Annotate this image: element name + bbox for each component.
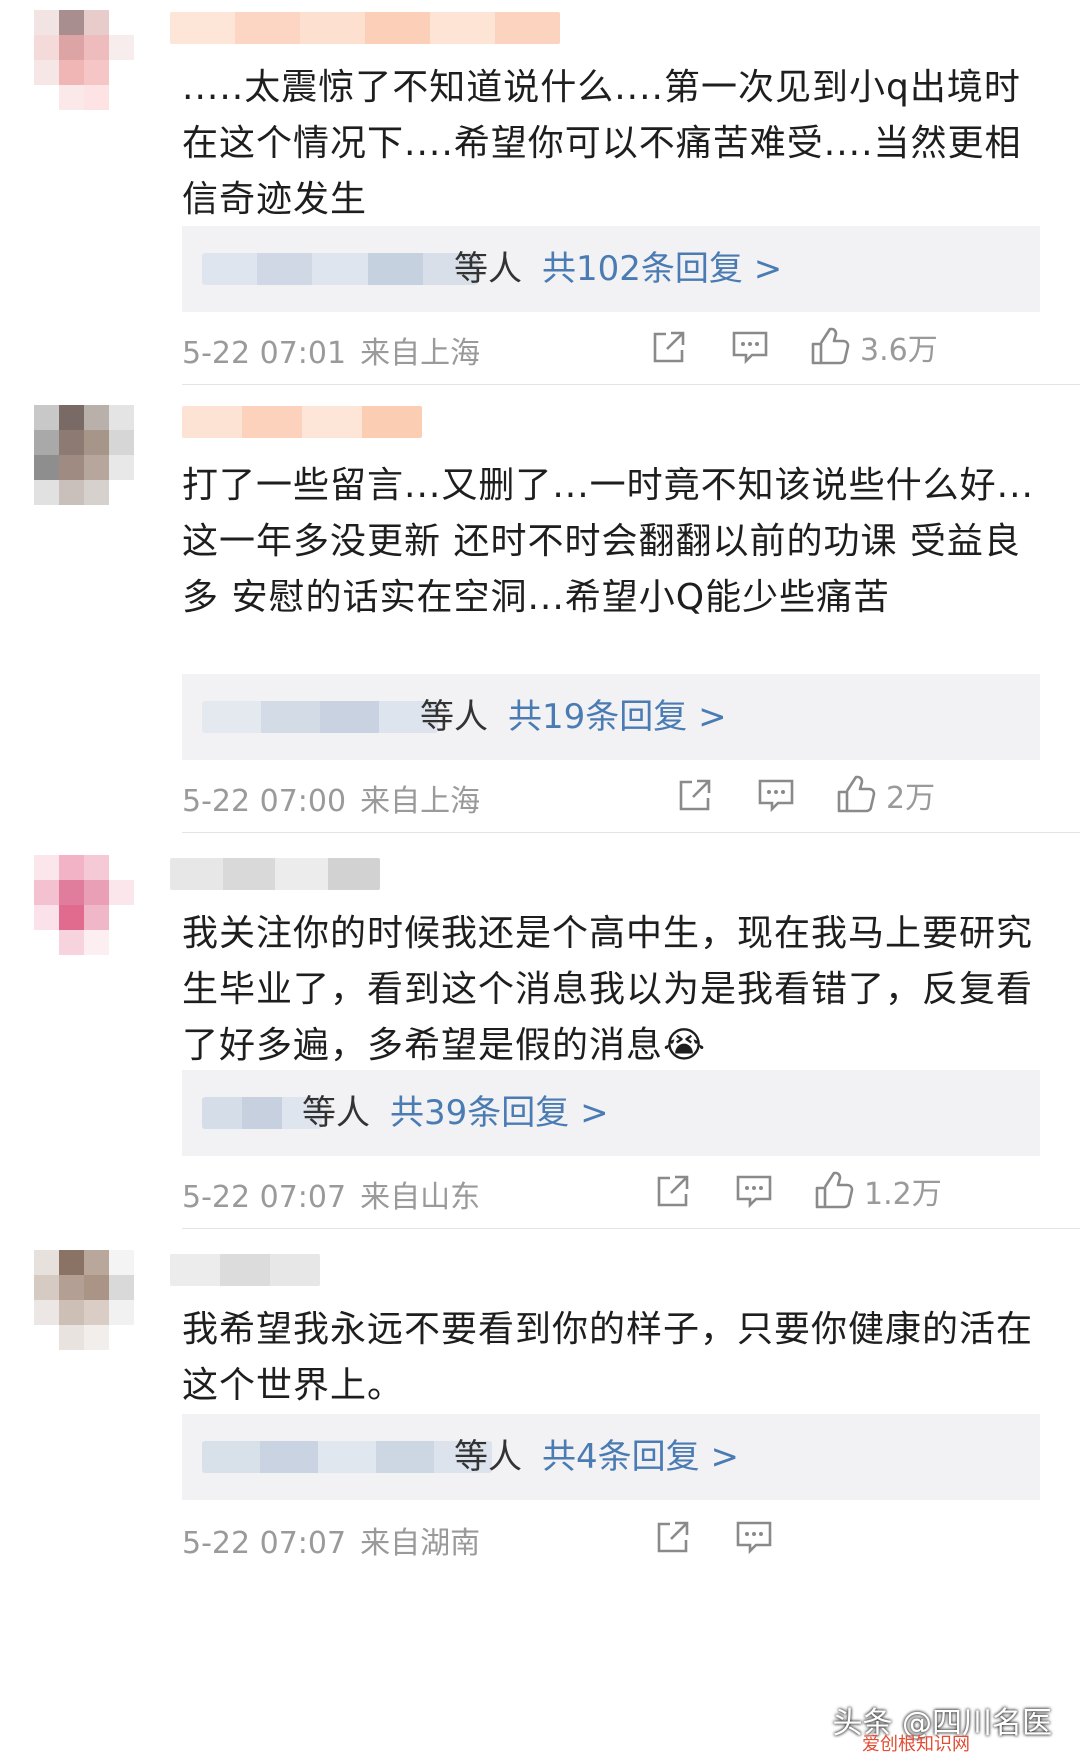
reply-count-link[interactable]: 共102条回复 > bbox=[542, 249, 782, 289]
comment-location: 来自上海 bbox=[360, 784, 481, 819]
reply-summary[interactable]: 等人 共4条回复 > bbox=[182, 1414, 1040, 1500]
divider bbox=[182, 384, 1080, 385]
comment-meta: 5-22 07:07 来自山东 bbox=[182, 1172, 480, 1216]
comment-icon[interactable] bbox=[756, 776, 796, 814]
like-count: 1.2万 bbox=[864, 1177, 942, 1212]
reply-count-link[interactable]: 共4条回复 > bbox=[542, 1437, 739, 1477]
avatar[interactable] bbox=[34, 10, 134, 110]
username-blurred[interactable] bbox=[182, 406, 422, 438]
like-count: 3.6万 bbox=[860, 333, 938, 368]
reply-count-link[interactable]: 共39条回复 > bbox=[390, 1093, 609, 1133]
reply-summary[interactable]: 等人 共102条回复 > bbox=[182, 226, 1040, 312]
like-icon[interactable] bbox=[814, 1171, 854, 1211]
watermark-site: 爱创根知识网 bbox=[862, 1734, 970, 1755]
comment-location: 来自上海 bbox=[360, 336, 481, 371]
comment-text-body: 我关注你的时候我还是个高中生，现在我马上要研究生毕业了，看到这个消息我以为是我看… bbox=[182, 913, 1034, 1066]
divider bbox=[182, 832, 1080, 833]
comment-time: 5-22 07:07 bbox=[182, 1526, 347, 1561]
comment-meta: 5-22 07:07 来自湖南 bbox=[182, 1518, 480, 1562]
share-icon[interactable] bbox=[654, 1172, 692, 1210]
share-icon[interactable] bbox=[676, 776, 714, 814]
reply-summary[interactable]: 等人 共19条回复 > bbox=[182, 674, 1040, 760]
reply-by-label: 等人 bbox=[454, 249, 522, 289]
share-icon[interactable] bbox=[650, 328, 688, 366]
comment-meta: 5-22 07:01 来自上海 bbox=[182, 328, 480, 372]
divider bbox=[182, 1228, 1080, 1229]
share-icon[interactable] bbox=[654, 1518, 692, 1556]
comment-time: 5-22 07:00 bbox=[182, 784, 347, 819]
like-icon[interactable] bbox=[836, 775, 876, 815]
like-icon[interactable] bbox=[810, 327, 850, 367]
crying-emoji: 😭 bbox=[663, 1025, 707, 1066]
comment-time: 5-22 07:01 bbox=[182, 336, 347, 371]
reply-users-blurred bbox=[202, 1441, 492, 1473]
avatar[interactable] bbox=[34, 405, 134, 505]
avatar[interactable] bbox=[34, 855, 134, 955]
reply-summary[interactable]: 等人 共39条回复 > bbox=[182, 1070, 1040, 1156]
username-blurred[interactable] bbox=[170, 1254, 320, 1286]
comment-text: .....太震惊了不知道说什么....第一次见到小q出境时在这个情况下....希… bbox=[182, 67, 1022, 220]
comment-meta: 5-22 07:00 来自上海 bbox=[182, 776, 480, 820]
comment-text: 我希望我永远不要看到你的样子，只要你健康的活在这个世界上。 bbox=[182, 1309, 1034, 1406]
comment-icon[interactable] bbox=[734, 1172, 774, 1210]
comment-location: 来自山东 bbox=[360, 1180, 481, 1215]
reply-count-link[interactable]: 共19条回复 > bbox=[508, 697, 727, 737]
username-blurred[interactable] bbox=[170, 858, 380, 890]
reply-by-label: 等人 bbox=[302, 1093, 370, 1133]
comment-icon[interactable] bbox=[730, 328, 770, 366]
avatar[interactable] bbox=[34, 1250, 134, 1350]
like-count: 2万 bbox=[886, 781, 936, 816]
username-blurred[interactable] bbox=[170, 12, 560, 44]
comment-icon[interactable] bbox=[734, 1518, 774, 1556]
comment-text: 打了一些留言...又删了...一时竟不知该说些什么好...这一年多没更新 还时不… bbox=[182, 465, 1034, 618]
comment-time: 5-22 07:07 bbox=[182, 1180, 347, 1215]
reply-users-blurred bbox=[202, 701, 438, 733]
comment-location: 来自湖南 bbox=[360, 1526, 481, 1561]
reply-by-label: 等人 bbox=[454, 1437, 522, 1477]
reply-by-label: 等人 bbox=[420, 697, 488, 737]
comment-text: 我关注你的时候我还是个高中生，现在我马上要研究生毕业了，看到这个消息我以为是我看… bbox=[182, 906, 1042, 1074]
reply-users-blurred bbox=[202, 253, 478, 285]
